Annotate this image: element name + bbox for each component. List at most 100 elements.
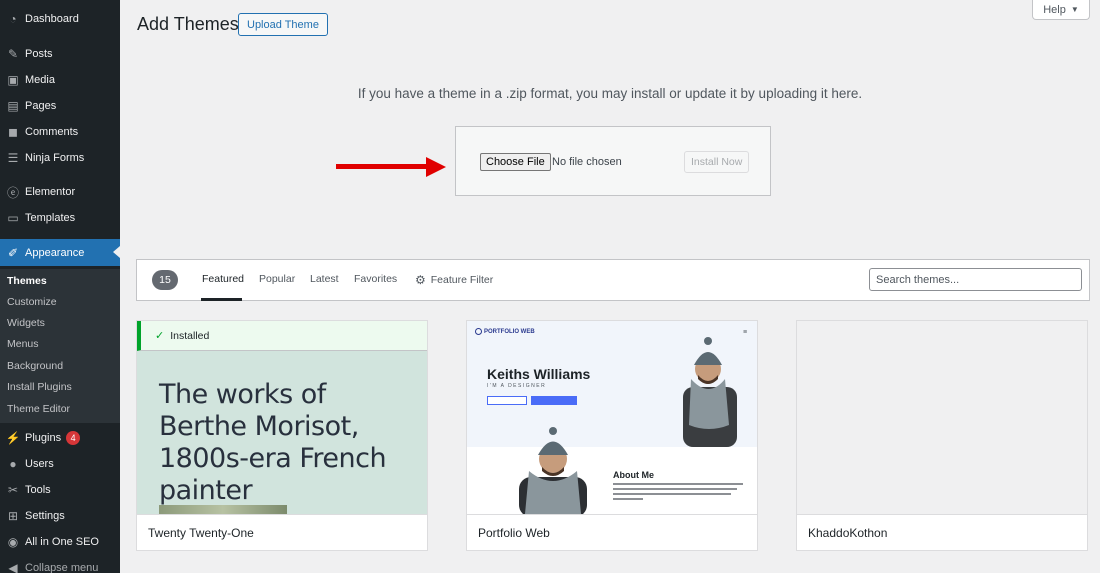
sidebar-item-label: Pages bbox=[25, 100, 57, 112]
sidebar-item-label: Dashboard bbox=[25, 13, 79, 25]
sidebar-item-label: All in One SEO bbox=[25, 536, 99, 548]
submenu-item-menus[interactable]: Menus bbox=[7, 338, 39, 350]
sidebar-item-label: Plugins bbox=[25, 432, 62, 444]
upload-description: If you have a theme in a .zip format, yo… bbox=[357, 86, 863, 101]
preview-person-image bbox=[519, 427, 587, 514]
theme-count-badge: 15 bbox=[152, 270, 178, 290]
sidebar-item-label: Comments bbox=[25, 126, 79, 138]
sidebar-item-ninja-forms[interactable]: ☰ Ninja Forms bbox=[0, 145, 120, 171]
sidebar-item-label: Users bbox=[25, 458, 54, 470]
preview-heading: The works of Berthe Morisot, 1800s-era F… bbox=[159, 379, 387, 506]
file-status: No file chosen bbox=[552, 156, 622, 168]
submenu-item-background[interactable]: Background bbox=[7, 360, 63, 372]
sidebar-item-label: Elementor bbox=[25, 186, 76, 198]
sidebar-item-pages[interactable]: ▤ Pages bbox=[0, 93, 120, 119]
tab-popular[interactable]: Popular bbox=[259, 273, 295, 285]
sidebar-item-plugins[interactable]: ⚡ Plugins 4 bbox=[0, 425, 120, 451]
sidebar-item-tools[interactable]: ✂ Tools bbox=[0, 477, 120, 503]
preview-logo-text: PORTFOLIO WEB bbox=[484, 328, 535, 335]
preview-image bbox=[159, 505, 287, 514]
preview-button-filled bbox=[531, 396, 577, 405]
seo-icon: ◉ bbox=[7, 535, 19, 549]
installed-notice: ✓ Installed bbox=[137, 321, 427, 351]
sidebar-item-media[interactable]: ▣ Media bbox=[0, 67, 120, 93]
sidebar-item-label: Ninja Forms bbox=[25, 152, 85, 164]
sidebar-item-all-in-one-seo[interactable]: ◉ All in One SEO bbox=[0, 529, 120, 555]
submenu-item-themes[interactable]: Themes bbox=[7, 275, 47, 287]
active-tab-indicator bbox=[201, 298, 242, 301]
upload-form: Choose File No file chosen Install Now bbox=[455, 126, 771, 196]
pages-icon: ▤ bbox=[7, 99, 19, 113]
preview-button-outline bbox=[487, 396, 527, 405]
forms-icon: ☰ bbox=[7, 151, 19, 165]
theme-screenshot: PORTFOLIO WEB ≡ Keiths Williams I'M A DE… bbox=[467, 321, 757, 514]
pin-icon: ✎ bbox=[7, 47, 19, 61]
sidebar-item-elementor[interactable]: ⓔ Elementor bbox=[0, 179, 120, 205]
sidebar-item-settings[interactable]: ⊞ Settings bbox=[0, 503, 120, 529]
comment-icon: ◼ bbox=[8, 125, 18, 139]
page-title: Add Themes bbox=[137, 14, 239, 34]
sidebar-item-label: Tools bbox=[25, 484, 51, 496]
settings-icon: ⊞ bbox=[7, 509, 19, 523]
preview-role: I'M A DESIGNER bbox=[487, 383, 547, 389]
tab-latest[interactable]: Latest bbox=[310, 273, 339, 285]
checkmark-icon: ✓ bbox=[155, 330, 165, 342]
sidebar-item-label: Media bbox=[25, 74, 55, 86]
sidebar-item-label: Collapse menu bbox=[25, 562, 99, 573]
theme-screenshot: ✓ Installed The works of Berthe Morisot,… bbox=[137, 321, 427, 514]
install-now-button[interactable]: Install Now bbox=[684, 151, 750, 173]
red-arrow-annotation bbox=[336, 157, 446, 177]
sidebar-item-posts[interactable]: ✎ Posts bbox=[0, 41, 120, 67]
submenu-item-theme-editor[interactable]: Theme Editor bbox=[7, 403, 70, 415]
submenu-item-install-plugins[interactable]: Install Plugins bbox=[7, 381, 72, 393]
users-icon: ● bbox=[9, 457, 17, 471]
upload-theme-button[interactable]: Upload Theme bbox=[238, 13, 328, 36]
sidebar-item-label: Settings bbox=[25, 510, 65, 522]
plugins-update-badge: 4 bbox=[66, 431, 81, 445]
brush-icon: ✐ bbox=[7, 245, 19, 260]
tab-featured[interactable]: Featured bbox=[202, 273, 244, 285]
preview-about-heading: About Me bbox=[613, 470, 654, 480]
choose-file-button[interactable]: Choose File bbox=[480, 153, 551, 171]
sidebar-item-users[interactable]: ● Users bbox=[0, 451, 120, 477]
preview-person-image bbox=[683, 337, 737, 447]
wrench-icon: ✂ bbox=[7, 483, 19, 497]
admin-sidebar: ◔ Dashboard ✎ Posts ▣ Media ▤ Pages ◼ Co… bbox=[0, 0, 120, 573]
sidebar-item-label: Templates bbox=[25, 212, 76, 224]
help-tab-button[interactable]: Help ▼ bbox=[1032, 0, 1090, 20]
sidebar-item-label: Posts bbox=[25, 48, 53, 60]
theme-name: Portfolio Web bbox=[467, 514, 757, 550]
caret-down-icon: ▼ bbox=[1070, 5, 1079, 14]
feature-filter-label: Feature Filter bbox=[430, 274, 494, 286]
gear-icon: ⚙ bbox=[415, 273, 426, 287]
theme-card-portfolio-web[interactable]: PORTFOLIO WEB ≡ Keiths Williams I'M A DE… bbox=[466, 320, 758, 551]
theme-filter-bar: 15 Featured Popular Latest Favorites ⚙ F… bbox=[136, 259, 1090, 301]
appearance-submenu: Themes Customize Widgets Menus Backgroun… bbox=[0, 269, 120, 423]
sidebar-item-appearance[interactable]: ✐ Appearance bbox=[0, 239, 120, 266]
media-icon: ▣ bbox=[7, 73, 19, 87]
theme-card-khaddokothon[interactable]: KhaddoKothon bbox=[796, 320, 1088, 551]
preview-name: Keiths Williams bbox=[487, 366, 591, 382]
plugin-icon: ⚡ bbox=[5, 431, 21, 445]
sidebar-item-templates[interactable]: ▭ Templates bbox=[0, 205, 120, 231]
submenu-item-customize[interactable]: Customize bbox=[7, 296, 57, 308]
logo-mark-icon bbox=[475, 328, 482, 335]
folder-icon: ▭ bbox=[7, 211, 19, 225]
tab-favorites[interactable]: Favorites bbox=[354, 273, 397, 285]
elementor-icon: ⓔ bbox=[6, 185, 19, 200]
sidebar-item-label: Appearance bbox=[25, 246, 85, 259]
theme-name: KhaddoKothon bbox=[797, 514, 1087, 550]
dashboard-icon: ◔ bbox=[9, 12, 17, 26]
collapse-menu-button[interactable]: ◀ Collapse menu bbox=[0, 555, 120, 573]
search-themes-input[interactable] bbox=[869, 268, 1082, 291]
preview-about-text bbox=[613, 483, 743, 503]
preview-logo: PORTFOLIO WEB bbox=[475, 328, 535, 335]
help-label: Help bbox=[1043, 3, 1066, 16]
feature-filter-button[interactable]: ⚙ Feature Filter bbox=[415, 273, 493, 287]
sidebar-item-dashboard[interactable]: ◔ Dashboard bbox=[0, 6, 120, 32]
theme-screenshot bbox=[797, 321, 1087, 514]
submenu-item-widgets[interactable]: Widgets bbox=[7, 317, 45, 329]
theme-card-twenty-twenty-one[interactable]: ✓ Installed The works of Berthe Morisot,… bbox=[136, 320, 428, 551]
sidebar-item-comments[interactable]: ◼ Comments bbox=[0, 119, 120, 145]
installed-label: Installed bbox=[170, 329, 210, 342]
